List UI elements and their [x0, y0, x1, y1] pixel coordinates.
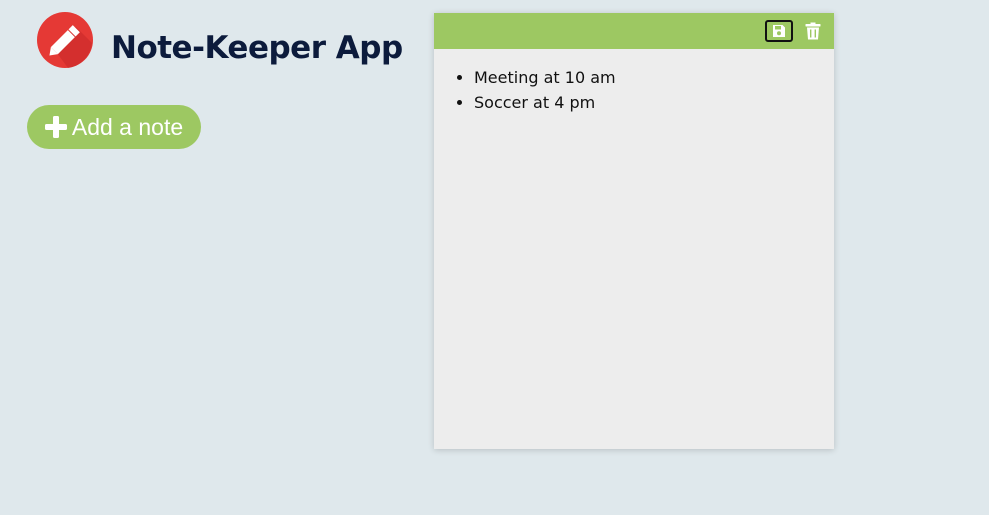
list-item: Soccer at 4 pm [474, 90, 814, 115]
note-card: Meeting at 10 am Soccer at 4 pm [434, 13, 834, 449]
app-logo [36, 11, 94, 69]
plus-icon [44, 116, 67, 138]
page-title: Note-Keeper App [111, 30, 403, 66]
add-note-label: Add a note [71, 113, 184, 140]
delete-button[interactable] [803, 21, 823, 41]
note-list: Meeting at 10 am Soccer at 4 pm [474, 65, 814, 115]
note-content[interactable]: Meeting at 10 am Soccer at 4 pm [434, 49, 834, 409]
add-note-button[interactable]: Add a note [27, 105, 201, 149]
trash-icon [805, 22, 821, 40]
save-icon [773, 25, 785, 37]
save-button[interactable] [765, 20, 793, 42]
note-toolbar [434, 13, 834, 49]
list-item: Meeting at 10 am [474, 65, 814, 90]
pencil-icon [37, 12, 93, 68]
